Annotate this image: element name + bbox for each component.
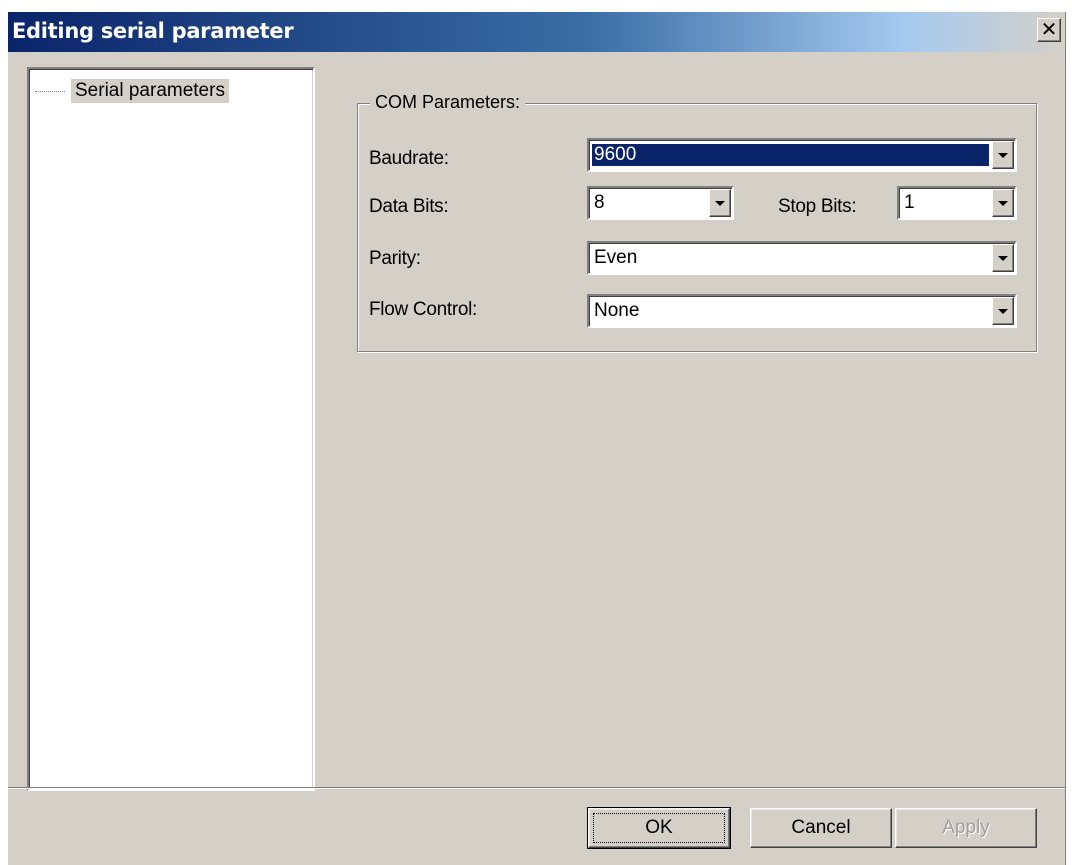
close-button[interactable]: ✕: [1037, 18, 1061, 42]
tree-connector-line: [35, 90, 65, 92]
title-bar[interactable]: Editing serial parameter ✕: [8, 12, 1065, 52]
baudrate-label: Baudrate:: [369, 148, 449, 169]
parity-select[interactable]: Even: [587, 241, 1017, 275]
dialog-window: Editing serial parameter ✕ Serial parame…: [8, 12, 1066, 865]
parity-value: Even: [594, 247, 638, 268]
window-title: Editing serial parameter: [12, 19, 294, 43]
stop-bits-select[interactable]: 1: [897, 186, 1017, 220]
flow-control-label: Flow Control:: [369, 299, 478, 320]
chevron-down-icon[interactable]: [992, 244, 1014, 272]
baudrate-select[interactable]: 9600: [587, 138, 1017, 172]
chevron-down-icon[interactable]: [992, 297, 1014, 325]
flow-control-value: None: [594, 300, 640, 321]
parity-label: Parity:: [369, 248, 421, 269]
stop-bits-value: 1: [904, 192, 915, 213]
button-divider: [8, 787, 1065, 789]
baudrate-value: 9600: [592, 144, 989, 166]
flow-control-select[interactable]: None: [587, 294, 1017, 328]
data-bits-label: Data Bits:: [369, 196, 449, 217]
chevron-down-icon[interactable]: [992, 189, 1014, 217]
apply-button[interactable]: Apply: [895, 808, 1037, 848]
cancel-button[interactable]: Cancel: [750, 808, 892, 848]
close-icon: ✕: [1040, 17, 1058, 41]
tree-item-serial-parameters[interactable]: Serial parameters: [35, 78, 229, 104]
chevron-down-icon[interactable]: [709, 189, 731, 217]
group-title: COM Parameters:: [370, 92, 526, 113]
tree-item-label: Serial parameters: [71, 79, 229, 103]
chevron-down-icon[interactable]: [992, 141, 1014, 169]
stop-bits-label: Stop Bits:: [778, 196, 857, 217]
ok-button[interactable]: OK: [587, 807, 731, 849]
settings-tree: Serial parameters: [27, 67, 315, 791]
data-bits-select[interactable]: 8: [587, 186, 734, 220]
data-bits-value: 8: [594, 192, 605, 213]
